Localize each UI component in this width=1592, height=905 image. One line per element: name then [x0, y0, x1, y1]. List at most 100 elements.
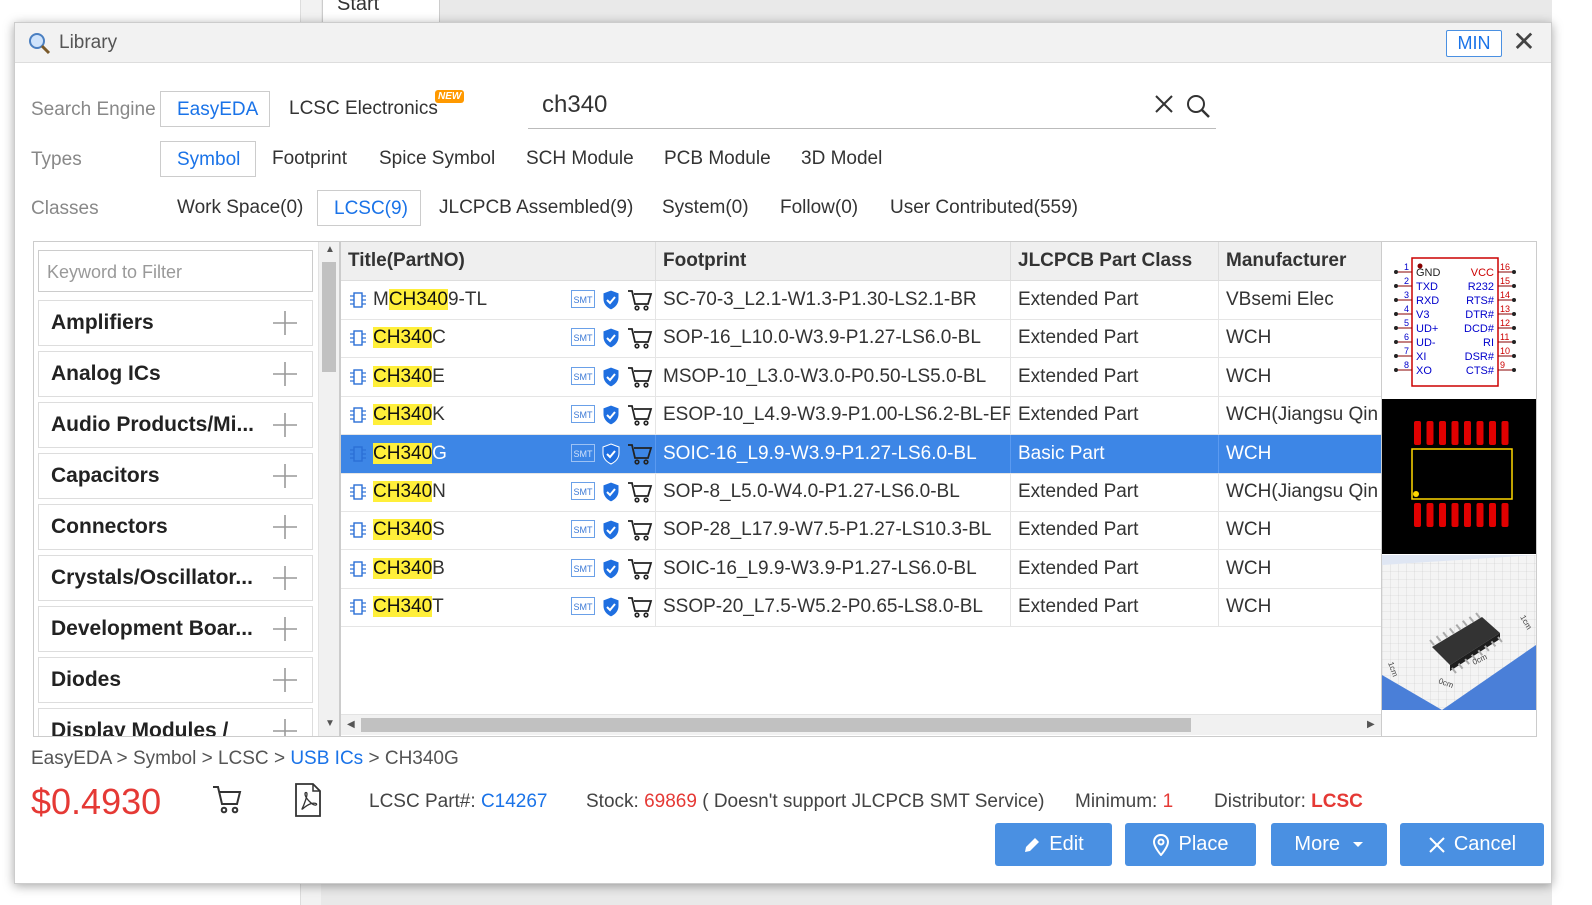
search-box: [528, 86, 1216, 129]
expand-plus-icon[interactable]: [271, 717, 299, 737]
pin-number: 5: [1404, 318, 1409, 328]
clear-icon[interactable]: [1152, 92, 1176, 116]
cell-part-class: Extended Part: [1011, 281, 1219, 319]
cell-manufacturer: WCH: [1226, 442, 1272, 464]
hscrollbar-thumb[interactable]: [361, 718, 1191, 732]
search-highlight: CH340: [373, 442, 433, 464]
cart-icon[interactable]: [627, 557, 653, 581]
table-hscrollbar[interactable]: ◀ ▶: [341, 714, 1382, 735]
place-button[interactable]: Place: [1125, 823, 1256, 866]
cancel-button[interactable]: Cancel: [1400, 823, 1544, 866]
footprint-pad: [1439, 503, 1446, 527]
footprint-preview[interactable]: [1382, 399, 1536, 554]
type-3d-model[interactable]: 3D Model: [785, 141, 898, 177]
type-footprint[interactable]: Footprint: [256, 141, 363, 177]
search-highlight: CH340: [373, 596, 433, 618]
header-footprint[interactable]: Footprint: [656, 242, 1011, 280]
class-lcsc[interactable]: LCSC(9): [317, 190, 421, 226]
scrollbar-thumb[interactable]: [322, 262, 336, 372]
lcsc-part-link[interactable]: C14267: [481, 791, 548, 812]
cart-icon[interactable]: [627, 365, 653, 389]
edit-button[interactable]: Edit: [995, 823, 1112, 866]
table-row[interactable]: CH340T SMT SSOP-20_L7.5-W5.2-P0.65-LS8.0-B…: [341, 588, 1382, 628]
category-item[interactable]: Display Modules /: [38, 708, 313, 737]
category-item[interactable]: Diodes: [38, 657, 313, 703]
expand-plus-icon[interactable]: [271, 411, 299, 439]
class-workspace[interactable]: Work Space(0): [161, 190, 319, 226]
expand-plus-icon[interactable]: [271, 360, 299, 388]
expand-plus-icon[interactable]: [271, 666, 299, 694]
engine-lcsc[interactable]: LCSC Electronics: [273, 91, 454, 127]
type-spice-symbol[interactable]: Spice Symbol: [363, 141, 511, 177]
breadcrumb-usb-ics-link[interactable]: USB ICs: [290, 748, 363, 769]
cell-title[interactable]: CH340G SMT: [341, 434, 656, 473]
symbol-preview[interactable]: 1 16 GND VCC 2 15 TXD R232 3 14 RXD RTS# 4 13 V3 DTR# 5 1…: [1382, 242, 1536, 397]
table-row[interactable]: CH340E SMT MSOP-10_L3.0-W3.0-P0.50-LS5.0-B…: [341, 357, 1382, 397]
cart-icon[interactable]: [627, 442, 653, 466]
cell-title[interactable]: CH340K SMT: [341, 396, 656, 435]
class-follow[interactable]: Follow(0): [764, 190, 874, 226]
cell-manufacturer: WCH: [1226, 365, 1272, 387]
category-item[interactable]: Amplifiers: [38, 300, 313, 346]
table-row[interactable]: CH340S SMT SOP-28_L17.9-W7.5-P1.27-LS10.3-…: [341, 511, 1382, 551]
cell-title[interactable]: CH340S SMT: [341, 511, 656, 550]
cell-title[interactable]: CH340C SMT: [341, 319, 656, 358]
cell-title[interactable]: CH340T SMT: [341, 588, 656, 627]
table-row[interactable]: MCH3409-TL SMT SC-70-3_L2.1-W1.3-P1.30-LS2…: [341, 281, 1382, 320]
breadcrumb-sep: >: [201, 748, 213, 769]
category-item[interactable]: Audio Products/Mi...: [38, 402, 313, 448]
table-row[interactable]: CH340B SMT SOIC-16_L9.9-W3.9-P1.27-LS6.0-B…: [341, 549, 1382, 589]
class-user-contributed[interactable]: User Contributed(559): [874, 190, 1094, 226]
category-item[interactable]: Connectors: [38, 504, 313, 550]
expand-plus-icon[interactable]: [271, 615, 299, 643]
table-row[interactable]: CH340G SMT SOIC-16_L9.9-W3.9-P1.27-LS6.0-B…: [341, 434, 1382, 474]
category-item[interactable]: Crystals/Oscillator...: [38, 555, 313, 601]
header-part-class[interactable]: JLCPCB Part Class: [1011, 242, 1219, 280]
cart-icon[interactable]: [211, 783, 243, 815]
search-icon[interactable]: [1184, 92, 1212, 120]
cart-icon[interactable]: [627, 595, 653, 619]
category-scrollbar[interactable]: ▲ ▼: [318, 242, 339, 736]
category-item[interactable]: Analog ICs: [38, 351, 313, 397]
class-system[interactable]: System(0): [646, 190, 765, 226]
table-row[interactable]: CH340K SMT ESOP-10_L4.9-W3.9-P1.00-LS6.2-B…: [341, 396, 1382, 436]
class-jlcpcb-assembled[interactable]: JLCPCB Assembled(9): [423, 190, 649, 226]
cart-icon[interactable]: [627, 480, 653, 504]
3d-model-preview[interactable]: 1cm 0cm 0cm 1cm: [1382, 555, 1536, 710]
expand-plus-icon[interactable]: [271, 513, 299, 541]
table-row[interactable]: CH340C SMT SOP-16_L10.0-W3.9-P1.27-LS6.0-B…: [341, 319, 1382, 359]
type-pcb-module[interactable]: PCB Module: [648, 141, 787, 177]
table-row[interactable]: CH340N SMT SOP-8_L5.0-W4.0-P1.27-LS6.0-BL E…: [341, 473, 1382, 512]
category-item[interactable]: Development Boar...: [38, 606, 313, 652]
expand-plus-icon[interactable]: [271, 309, 299, 337]
type-sch-module[interactable]: SCH Module: [510, 141, 650, 177]
cart-icon[interactable]: [627, 403, 653, 427]
type-symbol[interactable]: Symbol: [160, 141, 256, 177]
background-start-tab[interactable]: Start: [322, 0, 440, 23]
cell-title[interactable]: MCH3409-TL SMT: [341, 281, 656, 319]
close-icon[interactable]: ✕: [1511, 28, 1537, 56]
cell-footprint: SOP-28_L17.9-W7.5-P1.27-LS10.3-BL: [656, 511, 1011, 550]
pin-number: 14: [1500, 290, 1510, 300]
cart-icon[interactable]: [627, 326, 653, 350]
category-item[interactable]: Capacitors: [38, 453, 313, 499]
expand-plus-icon[interactable]: [271, 564, 299, 592]
engine-easyeda[interactable]: EasyEDA: [160, 91, 270, 127]
pin-number: 15: [1500, 276, 1510, 286]
expand-plus-icon[interactable]: [271, 462, 299, 490]
header-title[interactable]: Title(PartNO): [341, 242, 656, 280]
cell-title[interactable]: CH340N SMT: [341, 473, 656, 511]
more-button[interactable]: More: [1271, 823, 1387, 866]
pin-dot: [1394, 368, 1398, 372]
pin-dot: [1512, 312, 1516, 316]
minimize-button[interactable]: MIN: [1446, 30, 1502, 57]
cell-title[interactable]: CH340B SMT: [341, 549, 656, 588]
cell-title[interactable]: CH340E SMT: [341, 357, 656, 396]
cart-icon[interactable]: [627, 288, 653, 312]
cart-icon[interactable]: [627, 518, 653, 542]
search-input[interactable]: [540, 90, 1144, 120]
keyword-filter-input[interactable]: Keyword to Filter: [38, 250, 313, 292]
pdf-datasheet-icon[interactable]: [293, 783, 323, 817]
cell-footprint: SSOP-20_L7.5-W5.2-P0.65-LS8.0-BL: [656, 588, 1011, 627]
header-manufacturer[interactable]: Manufacturer: [1219, 242, 1382, 280]
